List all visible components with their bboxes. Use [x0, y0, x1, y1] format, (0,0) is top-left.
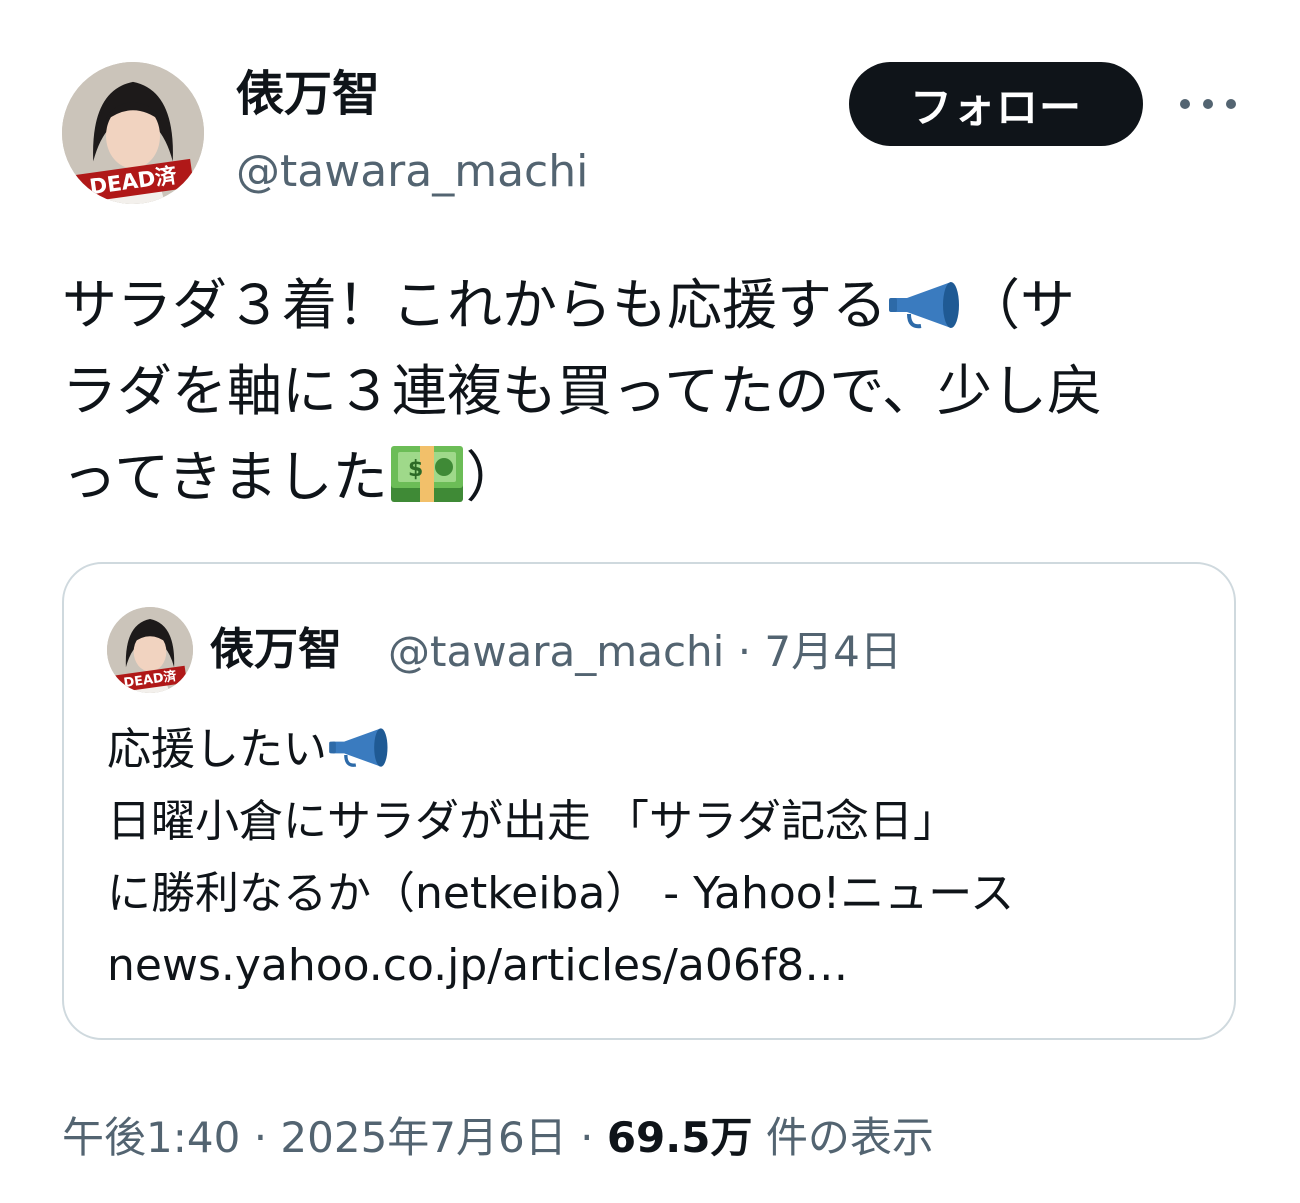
megaphone-icon — [889, 282, 960, 329]
quoted-author-avatar[interactable]: DEAD済 — [107, 607, 193, 693]
quoted-text-line: 応援したい — [107, 724, 327, 775]
dot — [1226, 99, 1236, 109]
follow-button[interactable]: フォロー — [849, 62, 1143, 146]
quoted-text: 応援したい 日曜小倉にサラダが出走 「サラダ記念日」 に勝利なるか（netkei… — [107, 714, 1207, 1002]
money-bills-icon: $ — [390, 446, 463, 502]
svg-text:$: $ — [408, 457, 423, 482]
quoted-display-name[interactable]: 俵万智 — [210, 620, 342, 680]
quoted-link[interactable]: news.yahoo.co.jp/articles/a06f8… — [107, 930, 1207, 1002]
author-avatar[interactable]: DEAD済 — [62, 62, 204, 204]
author-handle[interactable]: @tawara_machi — [236, 140, 588, 204]
tweet-text-line: ラダを軸に３連複も買ってたので、少し戻 — [62, 359, 1103, 423]
tweet-time[interactable]: 午後1:40 — [62, 1113, 240, 1162]
tweet-text-line: （サ — [965, 273, 1076, 337]
tweet-text: サラダ３着！これからも応援する （サ ラダを軸に３連複も買ってたので、少し戻 っ… — [62, 262, 1247, 520]
meta-separator: · — [580, 1113, 594, 1162]
avatar-image: DEAD済 — [62, 62, 204, 204]
quoted-meta: @tawara_machi · 7月4日 — [388, 622, 902, 682]
meta-separator: · — [737, 627, 752, 676]
tweet-footer: 午後1:40 · 2025年7月6日 · 69.5万 件の表示 — [62, 1108, 934, 1168]
quoted-handle[interactable]: @tawara_machi — [388, 627, 724, 676]
author-display-name[interactable]: 俵万智 — [236, 62, 380, 126]
tweet-date[interactable]: 2025年7月6日 — [280, 1113, 566, 1162]
tweet-text-line: ） — [465, 445, 521, 509]
views-count: 69.5万 — [606, 1113, 753, 1162]
tweet-text-line: サラダ３着！これからも応援する — [62, 273, 888, 337]
tweet-text-line: ってきました — [62, 445, 388, 509]
views-label: 件の表示 — [765, 1113, 934, 1162]
dot — [1180, 99, 1190, 109]
more-options-icon[interactable] — [1180, 84, 1236, 124]
quoted-date[interactable]: 7月4日 — [764, 627, 901, 676]
quoted-text-line: に勝利なるか（netkeiba） - Yahoo!ニュース — [107, 868, 1015, 919]
quoted-text-line: 日曜小倉にサラダが出走 「サラダ記念日」 — [107, 796, 957, 847]
meta-separator: · — [253, 1113, 268, 1162]
megaphone-icon — [329, 728, 388, 767]
avatar-image: DEAD済 — [107, 607, 193, 693]
dot — [1203, 99, 1213, 109]
